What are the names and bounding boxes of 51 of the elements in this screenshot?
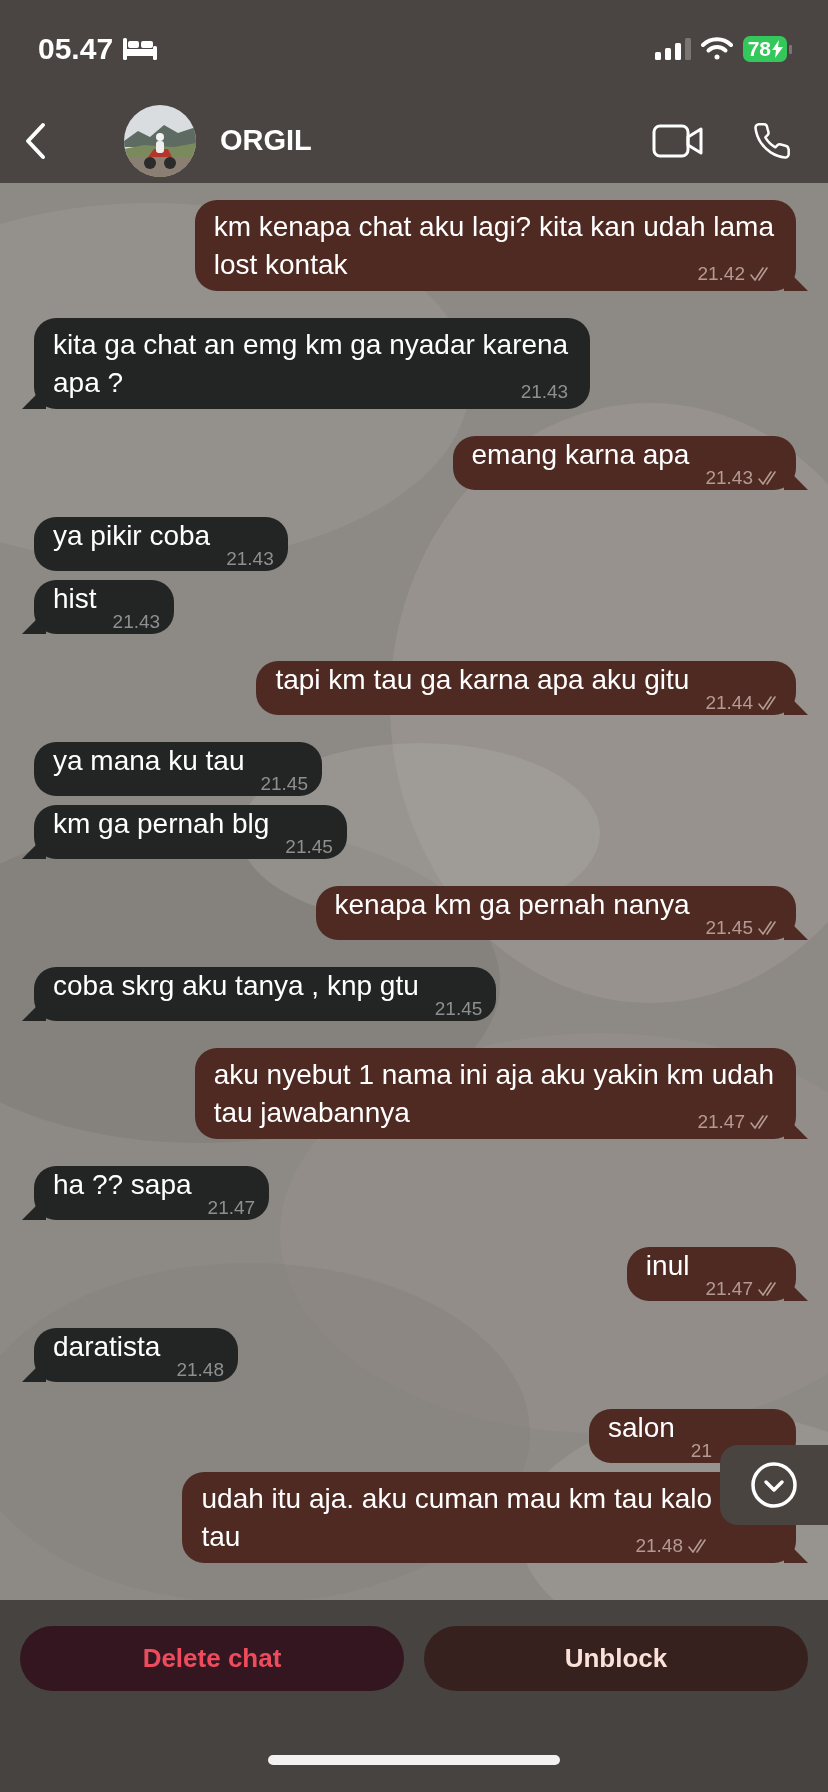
wifi-icon [700, 37, 733, 61]
message-time: 21.43 [226, 547, 274, 571]
message-time: 21.44 [705, 691, 753, 715]
message-text: inul [645, 1249, 690, 1283]
message-time: 21.43 [520, 380, 569, 404]
back-button[interactable] [24, 121, 46, 160]
message-time: 21.47 [705, 1277, 753, 1301]
message-time: 21.42 [697, 262, 745, 286]
message-text: aku nyebut 1 nama ini aja aku yakin km udah [213, 1058, 774, 1092]
message-text: coba skrg aku tanya , knp gtu [53, 969, 419, 1003]
message-text: hist [53, 582, 97, 616]
message-text: ha ?? sapa [53, 1168, 192, 1202]
unblock-button[interactable]: Unblock [424, 1626, 808, 1691]
bed-icon [123, 38, 158, 60]
battery-level: 78 [747, 37, 771, 61]
message-text: km kenapa chat aku lagi? kita kan udah lama [213, 210, 774, 244]
delete-chat-button[interactable]: Delete chat [20, 1626, 404, 1691]
message-time: 21.47 [207, 1196, 256, 1220]
message-time: 21.43 [112, 610, 161, 634]
phone-call-button[interactable] [752, 120, 792, 161]
message-time: 21.47 [697, 1110, 745, 1134]
chevron-down-circle-icon [750, 1461, 798, 1509]
message-time: 21.43 [705, 466, 753, 490]
message-time: 21.45 [434, 997, 483, 1021]
contact-name[interactable]: ORGIL [220, 124, 652, 157]
message-text: km ga pernah blg [53, 807, 270, 841]
message-text: ya pikir coba [53, 519, 211, 553]
message-text: lost kontak [213, 248, 348, 282]
message-text: tau [201, 1520, 241, 1554]
message-time: 21.45 [285, 835, 333, 859]
bolt-icon [772, 40, 783, 58]
message-text: emang karna apa [471, 438, 690, 472]
status-time: 05.47 [38, 32, 114, 66]
message-text: daratista [53, 1330, 161, 1364]
message-text: kenapa km ga pernah nanya [334, 888, 690, 922]
message-text: udah itu aja. aku cuman mau km tau kalo [201, 1482, 712, 1516]
message-time: 21 [690, 1439, 712, 1463]
battery-cap-icon [789, 44, 792, 54]
message-text: kita ga chat an emg km ga nyadar karena [53, 328, 569, 362]
message-text: ya mana ku tau [53, 744, 245, 778]
message-time: 21.48 [176, 1358, 224, 1382]
video-call-button[interactable] [652, 123, 704, 158]
message-text: tapi km tau ga karna apa aku gitu [275, 663, 690, 697]
message-text: tau jawabannya [213, 1096, 410, 1130]
message-text: apa ? [53, 366, 124, 400]
message-time: 21.45 [705, 916, 753, 940]
signal-icon [654, 38, 691, 60]
message-time: 21.48 [635, 1534, 683, 1558]
message-time: 21.45 [260, 772, 308, 796]
message-text: salon [607, 1411, 675, 1445]
scroll-down-button[interactable] [720, 1445, 828, 1525]
